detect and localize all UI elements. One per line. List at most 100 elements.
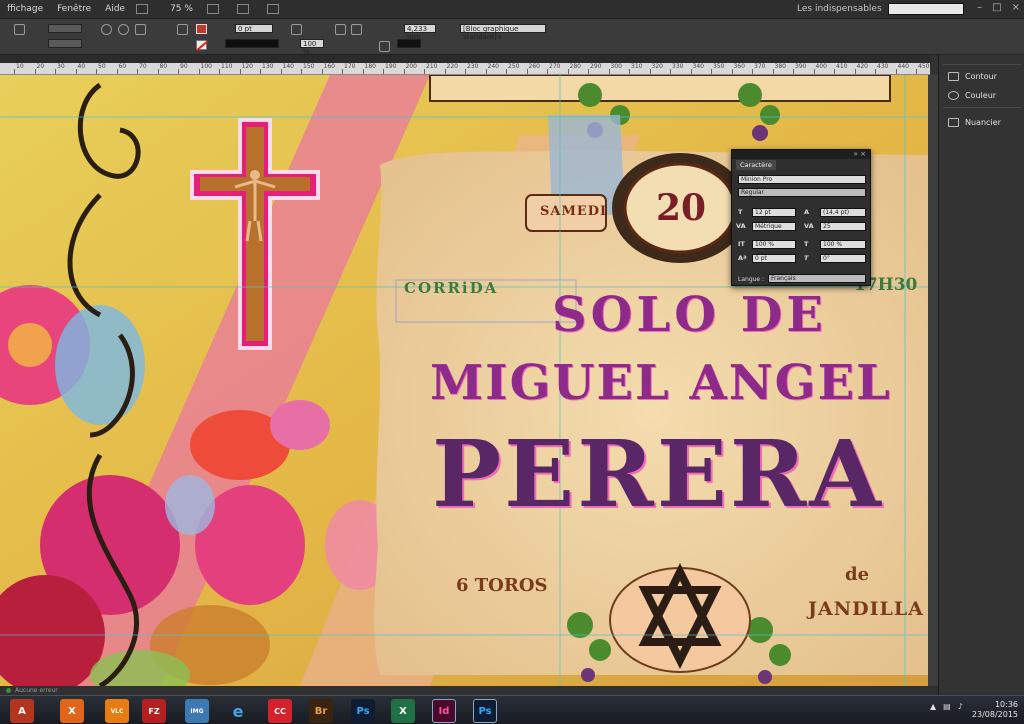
tray-arrow-icon[interactable]: ▲: [930, 702, 936, 711]
ruler-label: 140: [282, 63, 294, 70]
flip-h-icon[interactable]: [135, 24, 146, 35]
close-icon[interactable]: ×: [1012, 2, 1020, 13]
screen-mode-icon[interactable]: [236, 4, 249, 14]
ruler-label: 260: [528, 63, 540, 70]
taskbar-app-indesign[interactable]: Id: [432, 699, 456, 723]
scale-y-field[interactable]: 100 %: [300, 39, 324, 56]
taskbar-app-creative-cloud[interactable]: CC: [268, 699, 292, 723]
link-icon[interactable]: [14, 24, 25, 35]
tab-caractere[interactable]: Caractère: [736, 160, 776, 170]
baseline-field[interactable]: 0 pt: [752, 254, 796, 263]
stroke-weight-field[interactable]: 0 pt: [235, 24, 273, 33]
x-field[interactable]: [48, 24, 82, 33]
menu-aide[interactable]: Aide: [98, 4, 132, 14]
font-style-select[interactable]: Regular: [738, 188, 866, 197]
ruler-label: 240: [487, 63, 499, 70]
ruler-label: 110: [221, 63, 233, 70]
tracking-field[interactable]: 25: [820, 222, 866, 231]
stroke-swatch[interactable]: [196, 40, 207, 50]
taskbar-app-filezilla[interactable]: FZ: [142, 699, 166, 723]
ruler-label: 450: [918, 63, 930, 70]
kerning-field[interactable]: Métrique: [752, 222, 796, 231]
preflight-status-text: Aucune erreur: [15, 687, 58, 694]
panel-contour[interactable]: Contour: [939, 67, 1024, 85]
font-family-select[interactable]: Minion Pro: [738, 175, 866, 184]
minimize-icon[interactable]: –: [977, 2, 982, 13]
preflight-status-icon[interactable]: [6, 688, 11, 693]
y-field[interactable]: [48, 39, 82, 48]
title-line-1: SOLO DE: [552, 287, 827, 343]
taskbar-app-bridge[interactable]: Br: [309, 699, 333, 723]
skew-field[interactable]: 0°: [820, 254, 866, 263]
ruler-label: 350: [713, 63, 725, 70]
corrida-label: CORRiDA: [404, 279, 499, 297]
taskbar-app-photoshop[interactable]: Ps: [351, 699, 375, 723]
bridge-icon[interactable]: [136, 4, 149, 14]
ruler-label: 220: [446, 63, 458, 70]
ruler-label: 320: [651, 63, 663, 70]
ruler-label: 20: [36, 63, 45, 70]
panel-nuancier-label: Nuancier: [965, 117, 1001, 127]
status-bar: Aucune erreur: [0, 686, 938, 695]
clock-date: 23/08/2015: [971, 710, 1018, 719]
leading-field[interactable]: (14,4 pt): [820, 208, 866, 217]
language-select[interactable]: Français: [768, 274, 866, 283]
ruler-label: 190: [385, 63, 397, 70]
zoom-level[interactable]: 75 %: [170, 4, 193, 14]
vertical-scale-field[interactable]: 100 %: [752, 240, 796, 249]
menu-bar: ffichage Fenêtre Aide 75 % Les indispens…: [0, 0, 1024, 19]
taskbar-app-ie[interactable]: e: [226, 699, 250, 723]
fx-icon[interactable]: [351, 24, 362, 35]
panel-close-icon[interactable]: » ×: [854, 150, 866, 158]
taskbar-app-excel[interactable]: X: [391, 699, 415, 723]
arrange-docs-icon[interactable]: [266, 4, 279, 14]
tab-strip: [0, 55, 930, 63]
ruler-label: 230: [467, 63, 479, 70]
horizontal-ruler[interactable]: 10 20 30 40 50 60 70 80 90 100 110 120 130 140 150 160 1…: [0, 63, 930, 75]
panel-contour-label: Contour: [965, 71, 997, 81]
dimension-field[interactable]: 4,233 mm: [404, 24, 436, 41]
fill-swatch[interactable]: [196, 24, 207, 34]
right-dock-panel: Contour Couleur Nuancier: [938, 55, 1024, 695]
character-panel[interactable]: » × Caractère Minion Pro Regular T 12 pt…: [731, 149, 871, 286]
leading-icon: A: [804, 208, 810, 216]
taskbar-app-xmind[interactable]: X: [60, 699, 84, 723]
system-clock[interactable]: 10:36 23/08/2015: [972, 700, 1018, 720]
selection-icon[interactable]: [177, 24, 188, 35]
ruler-label: 170: [344, 63, 356, 70]
object-style-select[interactable]: [Bloc graphique standard]+: [460, 24, 546, 41]
horizontal-scale-field[interactable]: 100 %: [820, 240, 866, 249]
taskbar-app-vlc[interactable]: VLC: [105, 699, 129, 723]
ruler-label: 10: [16, 63, 24, 70]
volume-icon[interactable]: ♪: [958, 702, 963, 711]
ruler-label: 90: [180, 63, 188, 70]
rotate-ccw-icon[interactable]: [118, 24, 129, 35]
taskbar-app-viewer[interactable]: IMG: [185, 699, 209, 723]
ruler-label: 100: [200, 63, 212, 70]
corner-options-select[interactable]: [397, 39, 421, 48]
menu-fenetre[interactable]: Fenêtre: [50, 4, 98, 14]
bulls-label: 6 TOROS: [456, 575, 548, 596]
taskbar-app-acrobat[interactable]: A: [10, 699, 34, 723]
panel-nuancier[interactable]: Nuancier: [939, 113, 1024, 131]
stroke-type-select[interactable]: [225, 39, 279, 48]
help-search-input[interactable]: [888, 3, 964, 15]
maximize-icon[interactable]: □: [992, 2, 1001, 13]
horizontal-scale-icon: T: [804, 240, 809, 248]
network-icon[interactable]: ▤: [943, 702, 951, 711]
pasteboard: [928, 75, 938, 686]
ruler-label: 160: [323, 63, 335, 70]
rotate-icon[interactable]: [101, 24, 112, 35]
taskbar-app-photoshop-2[interactable]: Ps: [473, 699, 497, 723]
panel-couleur[interactable]: Couleur: [939, 86, 1024, 104]
ruler-label: 310: [631, 63, 643, 70]
panel-header[interactable]: » ×: [732, 150, 870, 159]
font-size-field[interactable]: 12 pt: [752, 208, 796, 217]
frame-fit-icon[interactable]: [291, 24, 302, 35]
workspace-switcher[interactable]: Les indispensables: [797, 4, 882, 14]
view-options-icon[interactable]: [206, 4, 219, 14]
align-icon[interactable]: [379, 41, 390, 52]
menu-affichage[interactable]: ffichage: [0, 4, 50, 14]
ruler-label: 380: [774, 63, 786, 70]
effects-icon[interactable]: [335, 24, 346, 35]
